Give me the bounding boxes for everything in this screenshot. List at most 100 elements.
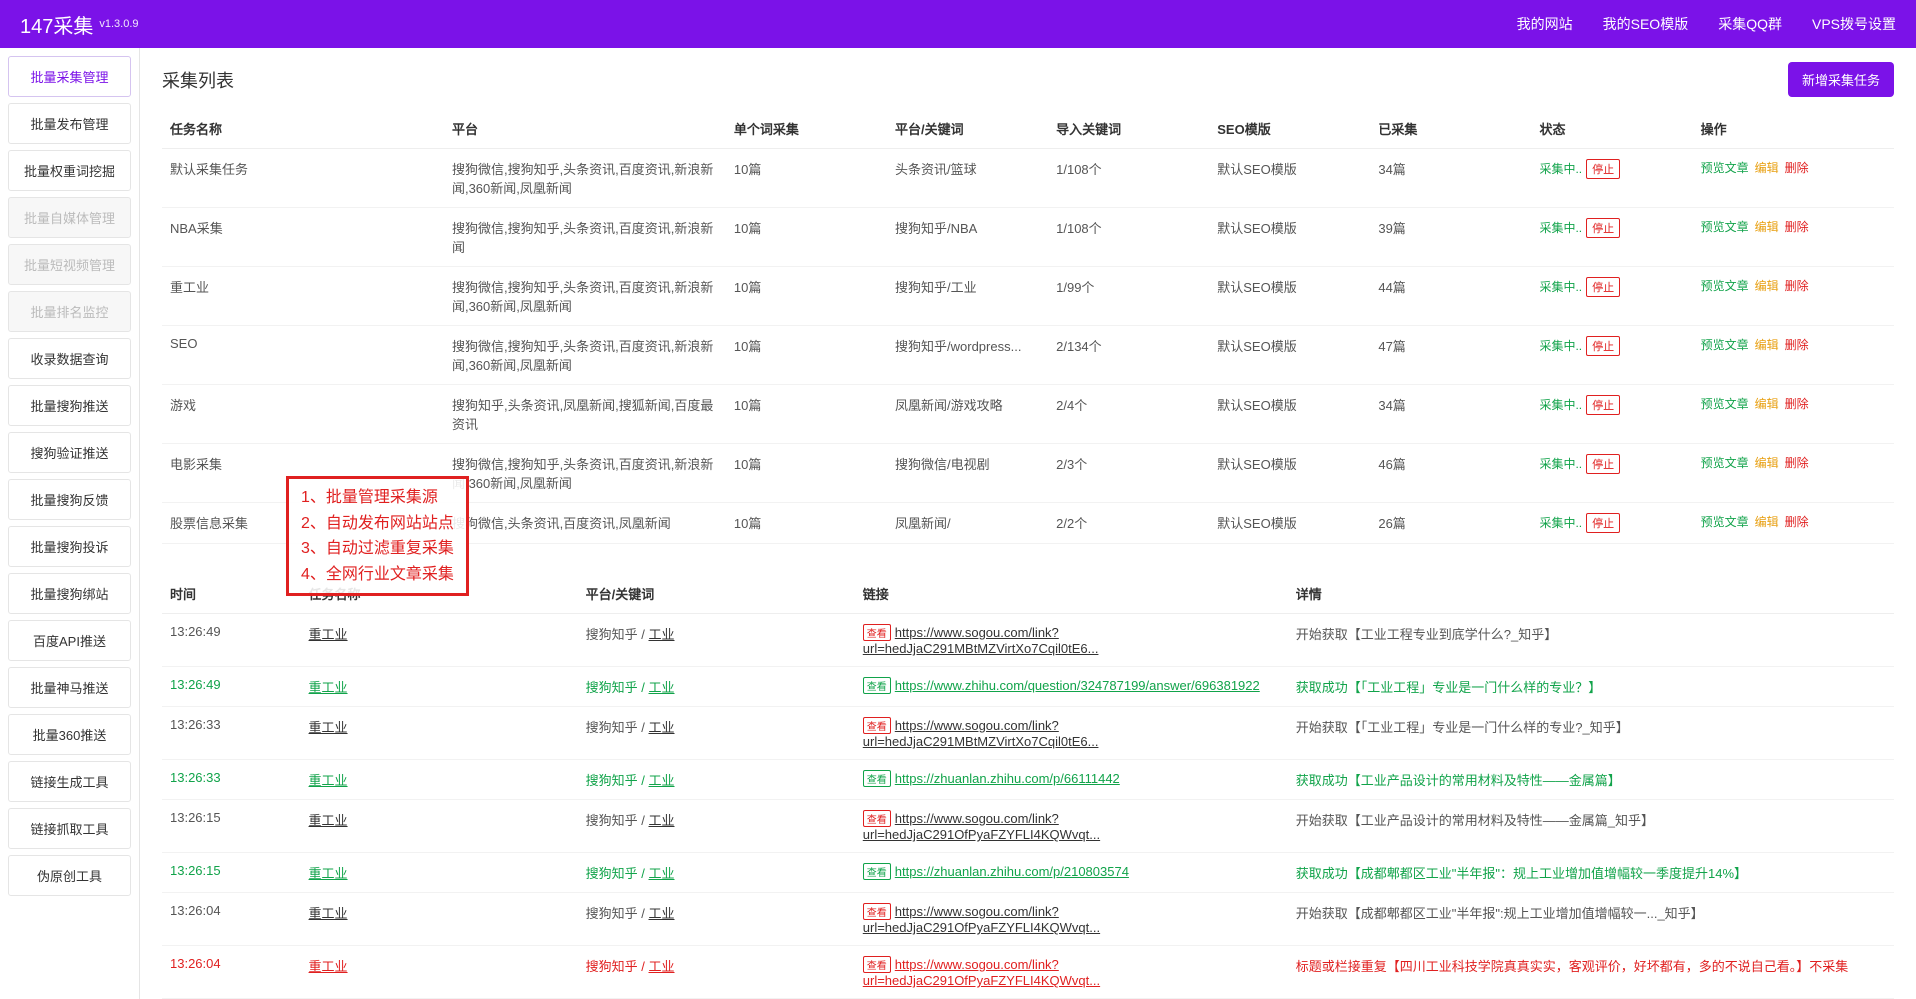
task-imported: 1/108个	[1048, 149, 1209, 208]
view-badge[interactable]: 查看	[863, 863, 891, 880]
log-task-link[interactable]: 重工业	[309, 720, 348, 735]
view-badge[interactable]: 查看	[863, 717, 891, 734]
stop-button[interactable]: 停止	[1586, 277, 1620, 297]
delete-link[interactable]: 删除	[1785, 456, 1809, 470]
view-badge[interactable]: 查看	[863, 903, 891, 920]
log-row: 13:26:33重工业搜狗知乎 / 工业查看https://zhuanlan.z…	[162, 760, 1894, 800]
sidebar-item-0[interactable]: 批量采集管理	[8, 56, 131, 97]
stop-button[interactable]: 停止	[1586, 454, 1620, 474]
delete-link[interactable]: 删除	[1785, 161, 1809, 175]
view-badge[interactable]: 查看	[863, 956, 891, 973]
sidebar-item-1[interactable]: 批量发布管理	[8, 103, 131, 144]
log-url-link[interactable]: https://www.sogou.com/link?url=hedJjaC29…	[863, 904, 1100, 935]
sidebar-item-13[interactable]: 批量神马推送	[8, 667, 131, 708]
log-keyword-link[interactable]: 工业	[649, 627, 675, 642]
sidebar-item-6[interactable]: 收录数据查询	[8, 338, 131, 379]
view-badge[interactable]: 查看	[863, 677, 891, 694]
log-task-link[interactable]: 重工业	[309, 773, 348, 788]
view-badge[interactable]: 查看	[863, 810, 891, 827]
preview-link[interactable]: 预览文章	[1701, 338, 1749, 352]
edit-link[interactable]: 编辑	[1755, 161, 1779, 175]
log-task-link[interactable]: 重工业	[309, 680, 348, 695]
nav-qq-group[interactable]: 采集QQ群	[1718, 14, 1782, 34]
sidebar-item-8[interactable]: 搜狗验证推送	[8, 432, 131, 473]
delete-link[interactable]: 删除	[1785, 338, 1809, 352]
task-actions: 预览文章编辑删除	[1693, 267, 1894, 326]
task-template: 默认SEO模版	[1209, 503, 1370, 544]
preview-link[interactable]: 预览文章	[1701, 279, 1749, 293]
stop-button[interactable]: 停止	[1586, 159, 1620, 179]
view-badge[interactable]: 查看	[863, 624, 891, 641]
log-platform-keyword: 搜狗知乎 / 工业	[578, 614, 855, 667]
add-task-button[interactable]: 新增采集任务	[1788, 62, 1894, 97]
edit-link[interactable]: 编辑	[1755, 279, 1779, 293]
nav-seo-template[interactable]: 我的SEO模版	[1603, 14, 1689, 34]
log-url-link[interactable]: https://www.sogou.com/link?url=hedJjaC29…	[863, 625, 1099, 656]
tasks-table: 任务名称平台单个词采集平台/关键词导入关键词SEO模版已采集状态操作 默认采集任…	[162, 109, 1894, 544]
edit-link[interactable]: 编辑	[1755, 338, 1779, 352]
sidebar-item-2[interactable]: 批量权重词挖掘	[8, 150, 131, 191]
log-task-link[interactable]: 重工业	[309, 813, 348, 828]
log-keyword-link[interactable]: 工业	[649, 906, 675, 921]
log-header: 详情	[1288, 574, 1894, 614]
log-link: 查看 https://zhuanlan.zhihu.com/p/210803574	[855, 853, 1288, 893]
sidebar-item-11[interactable]: 批量搜狗绑站	[8, 573, 131, 614]
log-time: 13:26:49	[162, 667, 301, 707]
log-keyword-link[interactable]: 工业	[649, 720, 675, 735]
preview-link[interactable]: 预览文章	[1701, 397, 1749, 411]
sidebar-item-16[interactable]: 链接抓取工具	[8, 808, 131, 849]
log-keyword-link[interactable]: 工业	[649, 773, 675, 788]
page-title: 采集列表	[162, 67, 234, 93]
log-url-link[interactable]: https://www.zhihu.com/question/324787199…	[895, 678, 1260, 693]
delete-link[interactable]: 删除	[1785, 220, 1809, 234]
log-detail: 获取成功【「工业工程」专业是一门什么样的专业？】	[1288, 667, 1894, 707]
stop-button[interactable]: 停止	[1586, 218, 1620, 238]
sidebar-item-9[interactable]: 批量搜狗反馈	[8, 479, 131, 520]
sidebar-item-17[interactable]: 伪原创工具	[8, 855, 131, 896]
log-row: 13:26:15重工业搜狗知乎 / 工业查看https://zhuanlan.z…	[162, 853, 1894, 893]
log-keyword-link[interactable]: 工业	[649, 866, 675, 881]
sidebar-item-10[interactable]: 批量搜狗投诉	[8, 526, 131, 567]
sidebar-item-15[interactable]: 链接生成工具	[8, 761, 131, 802]
edit-link[interactable]: 编辑	[1755, 456, 1779, 470]
log-header: 任务名称	[301, 574, 578, 614]
view-badge[interactable]: 查看	[863, 770, 891, 787]
preview-link[interactable]: 预览文章	[1701, 220, 1749, 234]
delete-link[interactable]: 删除	[1785, 515, 1809, 529]
log-url-link[interactable]: https://www.sogou.com/link?url=hedJjaC29…	[863, 811, 1100, 842]
edit-link[interactable]: 编辑	[1755, 515, 1779, 529]
log-url-link[interactable]: https://zhuanlan.zhihu.com/p/210803574	[895, 864, 1129, 879]
nav-vps-dial[interactable]: VPS拨号设置	[1812, 14, 1896, 34]
preview-link[interactable]: 预览文章	[1701, 161, 1749, 175]
log-url-link[interactable]: https://zhuanlan.zhihu.com/p/66111442	[895, 771, 1120, 786]
nav-my-site[interactable]: 我的网站	[1517, 14, 1573, 34]
log-task-link[interactable]: 重工业	[309, 627, 348, 642]
task-imported: 1/99个	[1048, 267, 1209, 326]
preview-link[interactable]: 预览文章	[1701, 515, 1749, 529]
delete-link[interactable]: 删除	[1785, 397, 1809, 411]
log-keyword-link[interactable]: 工业	[649, 680, 675, 695]
task-collected: 34篇	[1370, 385, 1531, 444]
task-actions: 预览文章编辑删除	[1693, 444, 1894, 503]
task-platform-keyword: 头条资讯/篮球	[887, 149, 1048, 208]
log-task-link[interactable]: 重工业	[309, 906, 348, 921]
preview-link[interactable]: 预览文章	[1701, 456, 1749, 470]
log-task-link[interactable]: 重工业	[309, 959, 348, 974]
stop-button[interactable]: 停止	[1586, 395, 1620, 415]
stop-button[interactable]: 停止	[1586, 336, 1620, 356]
sidebar-item-7[interactable]: 批量搜狗推送	[8, 385, 131, 426]
delete-link[interactable]: 删除	[1785, 279, 1809, 293]
log-keyword-link[interactable]: 工业	[649, 959, 675, 974]
log-url-link[interactable]: https://www.sogou.com/link?url=hedJjaC29…	[863, 957, 1100, 988]
log-url-link[interactable]: https://www.sogou.com/link?url=hedJjaC29…	[863, 718, 1099, 749]
stop-button[interactable]: 停止	[1586, 513, 1620, 533]
log-header: 时间	[162, 574, 301, 614]
log-task-link[interactable]: 重工业	[309, 866, 348, 881]
task-imported: 2/3个	[1048, 444, 1209, 503]
edit-link[interactable]: 编辑	[1755, 397, 1779, 411]
sidebar-item-12[interactable]: 百度API推送	[8, 620, 131, 661]
task-platform: 搜狗微信,头条资讯,百度资讯,凤凰新闻	[444, 503, 726, 544]
edit-link[interactable]: 编辑	[1755, 220, 1779, 234]
log-keyword-link[interactable]: 工业	[649, 813, 675, 828]
sidebar-item-14[interactable]: 批量360推送	[8, 714, 131, 755]
